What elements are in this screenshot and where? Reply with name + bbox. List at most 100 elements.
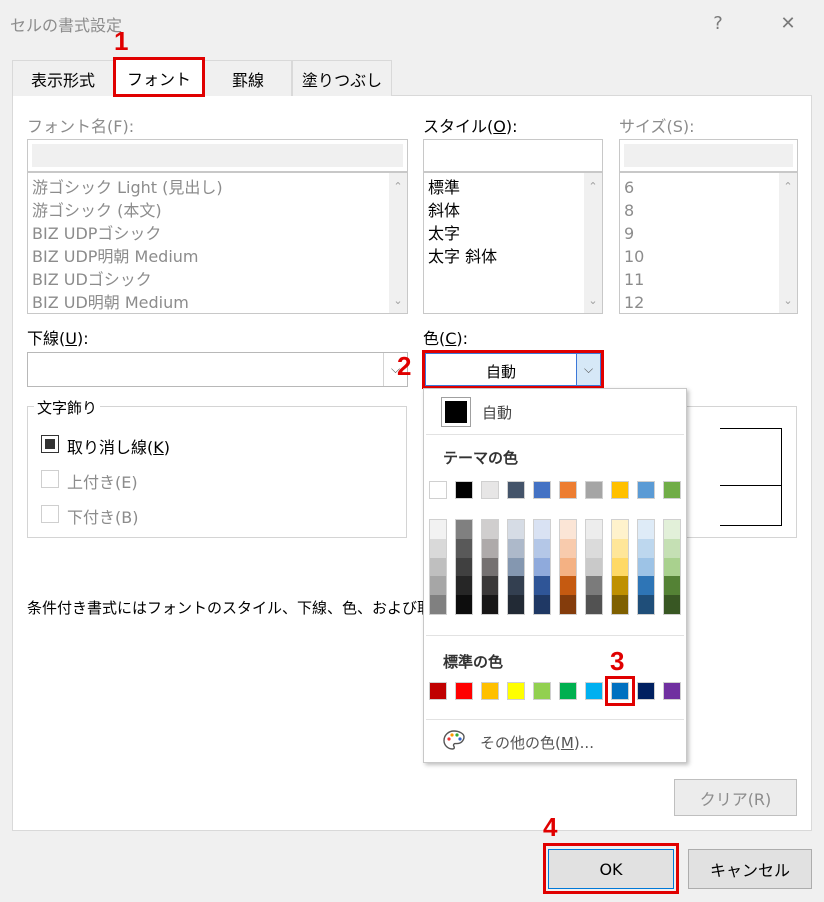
list-item[interactable]: 8 — [620, 199, 797, 222]
theme-shade-swatch[interactable] — [456, 538, 472, 558]
theme-shade-swatch[interactable] — [482, 538, 498, 558]
list-item[interactable]: BIZ UDPゴシック — [28, 222, 407, 245]
subscript-checkbox[interactable] — [41, 505, 59, 523]
theme-shade-swatch[interactable] — [430, 538, 446, 558]
standard-color-swatch[interactable] — [533, 682, 551, 700]
standard-color-swatch[interactable] — [663, 682, 681, 700]
scroll-down-icon[interactable]: ⌄ — [779, 291, 797, 309]
theme-shade-swatch[interactable] — [456, 576, 472, 596]
list-item[interactable]: BIZ UDゴシック — [28, 268, 407, 291]
list-item[interactable]: 10 — [620, 245, 797, 268]
theme-shade-swatch[interactable] — [456, 520, 472, 539]
theme-color-swatch[interactable] — [507, 481, 525, 499]
list-item[interactable]: 11 — [620, 268, 797, 291]
theme-color-swatch[interactable] — [611, 481, 629, 499]
theme-color-swatch[interactable] — [481, 481, 499, 499]
theme-shade-swatch[interactable] — [560, 520, 576, 539]
theme-color-swatch[interactable] — [533, 481, 551, 499]
standard-color-swatch[interactable] — [637, 682, 655, 700]
help-button[interactable]: ? — [698, 6, 738, 40]
standard-color-swatch[interactable] — [481, 682, 499, 700]
auto-color-button[interactable] — [441, 397, 471, 427]
theme-shade-swatch[interactable] — [612, 595, 628, 614]
theme-shade-swatch[interactable] — [534, 557, 550, 577]
standard-color-swatch[interactable] — [455, 682, 473, 700]
tab-number-format[interactable]: 表示形式 — [12, 60, 114, 96]
standard-color-swatch[interactable] — [429, 682, 447, 700]
clear-button[interactable]: クリア(R) — [674, 779, 797, 816]
theme-shade-swatch[interactable] — [534, 520, 550, 539]
scroll-down-icon[interactable]: ⌄ — [584, 291, 602, 309]
theme-shade-swatch[interactable] — [586, 595, 602, 614]
theme-color-swatch[interactable] — [455, 481, 473, 499]
theme-shade-swatch[interactable] — [664, 595, 680, 614]
theme-shade-swatch[interactable] — [664, 538, 680, 558]
theme-color-swatch[interactable] — [663, 481, 681, 499]
theme-shade-swatch[interactable] — [586, 557, 602, 577]
list-item[interactable]: BIZ UD明朝 Medium — [28, 291, 407, 313]
list-item[interactable]: 游ゴシック (本文) — [28, 199, 407, 222]
theme-shade-swatch[interactable] — [430, 595, 446, 614]
scroll-up-icon[interactable]: ⌃ — [779, 177, 797, 195]
theme-shade-swatch[interactable] — [508, 557, 524, 577]
theme-shade-swatch[interactable] — [482, 557, 498, 577]
superscript-checkbox[interactable] — [41, 470, 59, 488]
theme-shade-swatch[interactable] — [482, 520, 498, 539]
size-list[interactable]: 6 8 9 10 11 12 ⌃ ⌄ — [619, 172, 798, 314]
theme-shade-swatch[interactable] — [534, 538, 550, 558]
theme-shade-swatch[interactable] — [638, 557, 654, 577]
list-item[interactable]: 標準 — [424, 176, 602, 199]
theme-color-swatch[interactable] — [585, 481, 603, 499]
theme-shade-swatch[interactable] — [664, 520, 680, 539]
theme-shade-swatch[interactable] — [430, 557, 446, 577]
scroll-up-icon[interactable]: ⌃ — [389, 177, 407, 195]
theme-shade-swatch[interactable] — [612, 520, 628, 539]
cancel-button[interactable]: キャンセル — [688, 849, 812, 889]
font-name-list[interactable]: 游ゴシック Light (見出し) 游ゴシック (本文) BIZ UDPゴシック… — [27, 172, 408, 314]
theme-shade-swatch[interactable] — [586, 576, 602, 596]
close-button[interactable]: ✕ — [768, 6, 808, 40]
theme-shade-swatch[interactable] — [638, 576, 654, 596]
list-item[interactable]: 12 — [620, 291, 797, 313]
theme-shade-swatch[interactable] — [664, 557, 680, 577]
list-item[interactable]: BIZ UDP明朝 Medium — [28, 245, 407, 268]
theme-shade-swatch[interactable] — [638, 538, 654, 558]
style-scrollbar[interactable]: ⌃ ⌄ — [584, 173, 602, 313]
underline-select[interactable]: ⌵ — [27, 352, 408, 387]
standard-color-swatch[interactable] — [507, 682, 525, 700]
theme-shade-swatch[interactable] — [612, 557, 628, 577]
theme-shade-swatch[interactable] — [560, 595, 576, 614]
theme-shade-swatch[interactable] — [560, 557, 576, 577]
font-name-input[interactable] — [27, 139, 408, 172]
theme-shade-swatch[interactable] — [508, 595, 524, 614]
more-colors-item[interactable]: その他の色(M)... — [480, 732, 594, 753]
scroll-down-icon[interactable]: ⌄ — [389, 291, 407, 309]
theme-shade-swatch[interactable] — [508, 576, 524, 596]
theme-shade-swatch[interactable] — [560, 538, 576, 558]
style-list[interactable]: 標準 斜体 太字 太字 斜体 ⌃ ⌄ — [423, 172, 603, 314]
list-item[interactable]: 太字 斜体 — [424, 245, 602, 268]
strikethrough-checkbox[interactable] — [41, 435, 59, 453]
theme-color-swatch[interactable] — [429, 481, 447, 499]
theme-shade-swatch[interactable] — [586, 520, 602, 539]
theme-shade-swatch[interactable] — [560, 576, 576, 596]
list-item[interactable]: 斜体 — [424, 199, 602, 222]
theme-color-swatch[interactable] — [559, 481, 577, 499]
theme-shade-swatch[interactable] — [482, 576, 498, 596]
theme-shade-swatch[interactable] — [508, 538, 524, 558]
theme-color-swatch[interactable] — [637, 481, 655, 499]
standard-color-swatch[interactable] — [559, 682, 577, 700]
theme-shade-swatch[interactable] — [534, 576, 550, 596]
theme-shade-swatch[interactable] — [430, 576, 446, 596]
theme-shade-swatch[interactable] — [638, 520, 654, 539]
theme-shade-swatch[interactable] — [534, 595, 550, 614]
theme-shade-swatch[interactable] — [586, 538, 602, 558]
theme-shade-swatch[interactable] — [638, 595, 654, 614]
tab-fill[interactable]: 塗りつぶし — [292, 60, 392, 96]
font-name-scrollbar[interactable]: ⌃ ⌄ — [389, 173, 407, 313]
theme-shade-swatch[interactable] — [664, 576, 680, 596]
style-input[interactable] — [423, 139, 603, 172]
list-item[interactable]: 游ゴシック Light (見出し) — [28, 176, 407, 199]
list-item[interactable]: 太字 — [424, 222, 602, 245]
tab-border[interactable]: 罫線 — [204, 60, 292, 96]
